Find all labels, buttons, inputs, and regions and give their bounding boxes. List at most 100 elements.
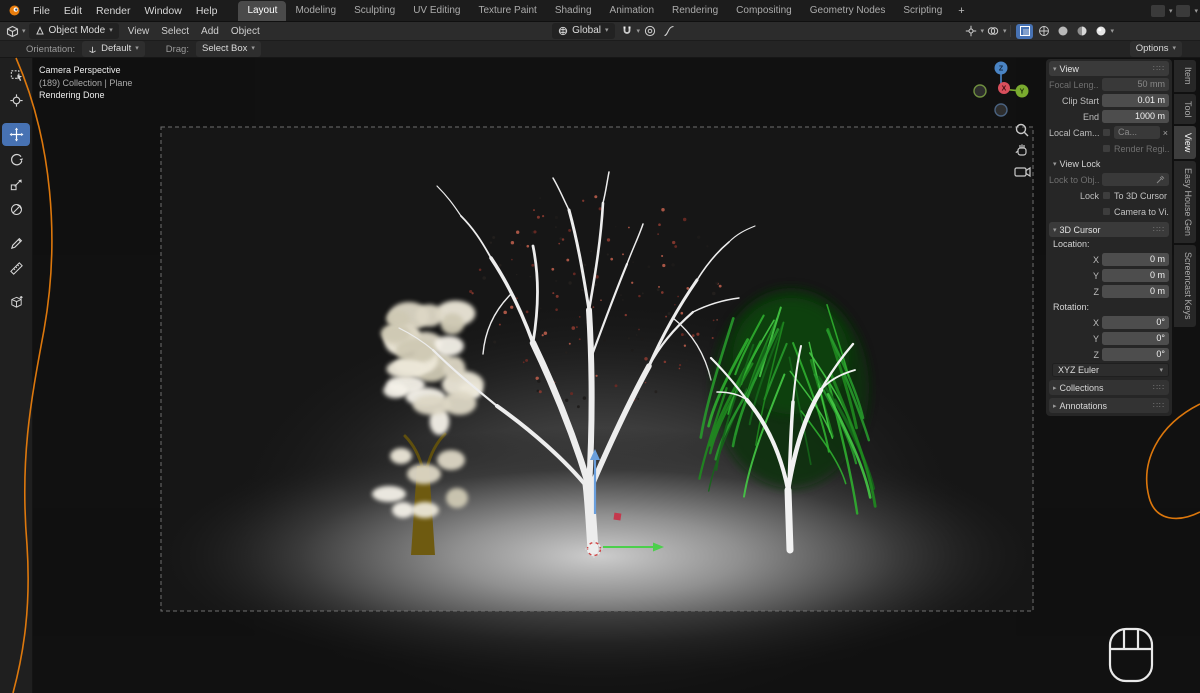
workspace-tab-shading[interactable]: Shading: [546, 1, 601, 21]
add-cube-tool[interactable]: [2, 291, 30, 314]
editor-type-icon[interactable]: [4, 24, 21, 39]
orientation-value: Default: [101, 43, 132, 54]
collapse-caret-icon: ▾: [1053, 65, 1057, 73]
workspace-tab-rendering[interactable]: Rendering: [663, 1, 727, 21]
transform-orientation-dropdown[interactable]: Global ▾: [552, 23, 615, 39]
focal-length-field[interactable]: 50 mm: [1102, 78, 1169, 91]
menu-add[interactable]: Add: [195, 26, 225, 37]
cursor-rot-y-field[interactable]: 0°: [1102, 332, 1169, 345]
rotate-tool[interactable]: [2, 148, 30, 171]
tab-item[interactable]: Item: [1174, 60, 1196, 92]
render-region-checkbox[interactable]: [1102, 144, 1111, 153]
render-region-label: Render Regi...: [1114, 143, 1169, 154]
cursor-rot-z-field[interactable]: 0°: [1102, 348, 1169, 361]
cursor-tool[interactable]: [2, 89, 30, 112]
cursor-loc-x-field[interactable]: 0 m: [1102, 253, 1169, 266]
orientation-label: Global: [572, 25, 602, 36]
drag-dropdown[interactable]: Select Box ▾: [195, 41, 261, 57]
3d-viewport[interactable]: Z Y X Camera Perspective (189) Collectio…: [33, 58, 1200, 693]
shading-wireframe-icon[interactable]: [1035, 24, 1052, 39]
blender-logo-icon[interactable]: [6, 4, 22, 18]
3d-scene[interactable]: Z Y X: [33, 58, 1200, 693]
collapsed-caret-icon: ▸: [1053, 402, 1057, 410]
measure-tool[interactable]: [2, 257, 30, 280]
workspace-tab-compositing[interactable]: Compositing: [727, 1, 801, 21]
collections-panel-header[interactable]: ▸ Collections ∷∷: [1049, 380, 1169, 395]
workspace-tab-geometry-nodes[interactable]: Geometry Nodes: [801, 1, 895, 21]
cursor-loc-y-field[interactable]: 0 m: [1102, 269, 1169, 282]
panel-drag-handle[interactable]: ∷∷: [1153, 401, 1165, 410]
cursor-rot-x-field[interactable]: 0°: [1102, 316, 1169, 329]
lock-object-field[interactable]: [1102, 173, 1169, 186]
local-camera-field[interactable]: Ca...: [1114, 126, 1160, 139]
transform-tool[interactable]: [2, 198, 30, 221]
axis-neg-z-ball[interactable]: [994, 103, 1008, 117]
proportional-editing-icon[interactable]: [641, 24, 658, 39]
loc-z-label: Z: [1093, 286, 1100, 297]
camera-to-view-checkbox[interactable]: [1102, 207, 1111, 216]
lock-cursor-checkbox[interactable]: [1102, 191, 1111, 200]
axis-neg-y-ball[interactable]: [973, 84, 987, 98]
axis-y-label: Y: [1020, 89, 1025, 96]
cursor-loc-z-field[interactable]: 0 m: [1102, 285, 1169, 298]
menu-view[interactable]: View: [122, 26, 156, 37]
shading-solid-icon[interactable]: [1054, 24, 1071, 39]
toggle-xray-icon[interactable]: [1016, 23, 1034, 39]
cursor-panel-title: 3D Cursor: [1059, 224, 1101, 235]
workspace-tab-uv-editing[interactable]: UV Editing: [404, 1, 469, 21]
globe-icon: [558, 26, 568, 36]
tab-view[interactable]: View: [1174, 126, 1196, 160]
sidebar-panel: ▾ View ∷∷ Focal Leng... 50 mm Clip Start…: [1046, 59, 1172, 416]
local-camera-checkbox[interactable]: [1102, 128, 1111, 137]
annotate-tool[interactable]: [2, 232, 30, 255]
menu-select[interactable]: Select: [155, 26, 195, 37]
lock-label: Lock: [1079, 190, 1099, 201]
scale-tool[interactable]: [2, 173, 30, 196]
menu-window[interactable]: Window: [137, 1, 188, 21]
view-lock-subheader[interactable]: ▾ View Lock: [1049, 157, 1169, 171]
menu-object[interactable]: Object: [225, 26, 266, 37]
shading-material-icon[interactable]: [1073, 24, 1090, 39]
scene-icon[interactable]: [1150, 4, 1165, 17]
clear-camera-icon[interactable]: ×: [1163, 128, 1169, 138]
show-gizmo-icon[interactable]: [962, 24, 979, 39]
active-object-text: (189) Collection | Plane: [39, 77, 133, 88]
clip-start-field[interactable]: 0.01 m: [1102, 94, 1169, 107]
tab-tool[interactable]: Tool: [1174, 93, 1196, 125]
menu-render[interactable]: Render: [89, 1, 137, 21]
workspace-tab-animation[interactable]: Animation: [601, 1, 663, 21]
workspace-tab-scripting[interactable]: Scripting: [894, 1, 951, 21]
panel-drag-handle[interactable]: ∷∷: [1153, 64, 1165, 73]
workspace-tab-sculpting[interactable]: Sculpting: [345, 1, 404, 21]
menu-edit[interactable]: Edit: [57, 1, 89, 21]
menu-help[interactable]: Help: [189, 1, 225, 21]
shading-rendered-icon[interactable]: [1092, 24, 1109, 39]
drag-caption: Drag:: [165, 43, 189, 55]
annotations-panel-header[interactable]: ▸ Annotations ∷∷: [1049, 398, 1169, 413]
rotation-mode-dropdown[interactable]: XYZ Euler ▾: [1052, 363, 1169, 377]
move-tool[interactable]: [2, 123, 30, 146]
falloff-curve-icon[interactable]: [660, 24, 677, 39]
workspace-tab-layout[interactable]: Layout: [238, 0, 287, 21]
view-layer-icon[interactable]: [1176, 4, 1191, 17]
clip-end-field[interactable]: 1000 m: [1102, 110, 1169, 123]
tab-screencast-keys[interactable]: Screencast Keys: [1174, 245, 1196, 327]
view-panel-header[interactable]: ▾ View ∷∷: [1049, 61, 1169, 76]
loc-y-label: Y: [1092, 270, 1099, 281]
orientation-dropdown[interactable]: Default ▾: [82, 41, 145, 57]
location-caption: Location:: [1053, 239, 1090, 249]
show-overlays-icon[interactable]: [985, 24, 1002, 39]
workspace-tab-modeling[interactable]: Modeling: [286, 1, 345, 21]
options-dropdown[interactable]: Options ▾: [1129, 41, 1182, 57]
add-workspace-button[interactable]: +: [951, 3, 971, 19]
mode-dropdown[interactable]: Object Mode ▾: [28, 23, 119, 39]
cursor-panel-header[interactable]: ▾ 3D Cursor ∷∷: [1049, 222, 1169, 237]
panel-drag-handle[interactable]: ∷∷: [1153, 225, 1165, 234]
axis-z-label: Z: [999, 66, 1004, 73]
workspace-tab-texture-paint[interactable]: Texture Paint: [469, 1, 545, 21]
select-box-tool[interactable]: [2, 64, 30, 87]
tab-easy-house-gen[interactable]: Easy House Gen: [1174, 161, 1196, 244]
panel-drag-handle[interactable]: ∷∷: [1153, 383, 1165, 392]
menu-file[interactable]: File: [26, 1, 57, 21]
snap-magnet-icon[interactable]: [619, 24, 636, 39]
